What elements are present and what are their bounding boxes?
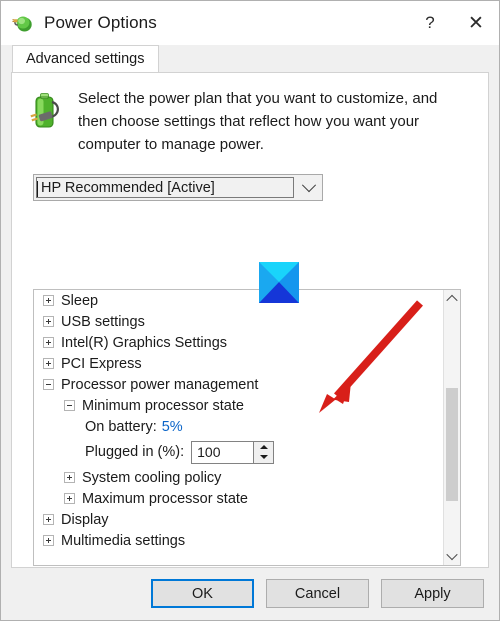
scroll-down-icon[interactable]	[444, 547, 460, 565]
tree-item-label: System cooling policy	[82, 469, 222, 486]
tree-item-sleep[interactable]: Sleep	[34, 290, 443, 311]
scrollbar-thumb[interactable]	[446, 388, 458, 501]
power-plug-icon	[12, 12, 34, 34]
tree-item-label: PCI Express	[61, 355, 142, 372]
expander-plus-icon[interactable]	[43, 535, 54, 546]
plugged-in-input[interactable]: 100	[191, 440, 255, 464]
tree-item-label: Maximum processor state	[82, 490, 248, 507]
title-bar: Power Options ? ✕	[1, 1, 499, 45]
tab-strip: Advanced settings	[1, 45, 499, 72]
spinner-buttons[interactable]	[254, 440, 275, 464]
setting-plugged-in: Plugged in (%): 100	[34, 437, 443, 467]
expander-plus-icon[interactable]	[43, 295, 54, 306]
expander-plus-icon[interactable]	[64, 493, 75, 504]
tree-item-multimedia-settings[interactable]: Multimedia settings	[34, 530, 443, 551]
tree-item-label: Display	[61, 511, 109, 528]
expander-plus-icon[interactable]	[43, 358, 54, 369]
tree-item-label: Minimum processor state	[82, 397, 244, 414]
power-plan-text: HP Recommended [Active]	[41, 179, 215, 196]
ok-button[interactable]: OK	[151, 579, 254, 608]
window-title: Power Options	[44, 13, 157, 32]
chevron-down-icon[interactable]	[296, 175, 322, 200]
expander-minus-icon[interactable]	[64, 400, 75, 411]
tree-item-label: Multimedia settings	[61, 532, 186, 549]
tree-item-label: Processor power management	[61, 376, 259, 393]
text-caret	[37, 181, 38, 197]
tab-advanced-settings[interactable]: Advanced settings	[12, 45, 159, 72]
expander-plus-icon[interactable]	[43, 514, 54, 525]
apply-button[interactable]: Apply	[381, 579, 484, 608]
tree-item-pci-express[interactable]: PCI Express	[34, 353, 443, 374]
power-options-window: Power Options ? ✕ Advanced settings Sele…	[0, 0, 500, 621]
expander-minus-icon[interactable]	[43, 379, 54, 390]
spinner-up-arrow-icon[interactable]	[254, 441, 274, 452]
dialog-footer: OK Cancel Apply	[1, 568, 499, 620]
close-button[interactable]: ✕	[453, 1, 499, 45]
tree-item-label: Intel(R) Graphics Settings	[61, 334, 228, 351]
setting-on-battery[interactable]: On battery: 5%	[34, 416, 443, 437]
cancel-button[interactable]: Cancel	[266, 579, 369, 608]
tree-item-system-cooling-policy[interactable]: System cooling policy	[34, 467, 443, 488]
expander-plus-icon[interactable]	[64, 472, 75, 483]
blue-diamond-icon	[259, 262, 299, 303]
settings-tree-rows: Sleep USB settings Intel(R) Graphics Set…	[34, 290, 443, 565]
tree-item-intel-graphics-settings[interactable]: Intel(R) Graphics Settings	[34, 332, 443, 353]
tree-scrollbar[interactable]	[443, 290, 460, 565]
power-plan-combobox[interactable]: HP Recommended [Active]	[33, 174, 323, 201]
tree-item-label: Sleep	[61, 292, 99, 309]
expander-plus-icon[interactable]	[43, 316, 54, 327]
advanced-settings-panel: Select the power plan that you want to c…	[11, 72, 489, 619]
tree-item-label: USB settings	[61, 313, 145, 330]
tree-item-usb-settings[interactable]: USB settings	[34, 311, 443, 332]
battery-plug-icon	[25, 89, 67, 137]
settings-tree-listbox[interactable]: Sleep USB settings Intel(R) Graphics Set…	[33, 289, 461, 566]
tree-item-display[interactable]: Display	[34, 509, 443, 530]
intro-block: Select the power plan that you want to c…	[12, 73, 488, 156]
on-battery-value[interactable]: 5%	[162, 419, 183, 435]
power-plan-value[interactable]: HP Recommended [Active]	[36, 177, 294, 198]
expander-plus-icon[interactable]	[43, 337, 54, 348]
plugged-in-label: Plugged in (%):	[85, 444, 185, 460]
tree-item-maximum-processor-state[interactable]: Maximum processor state	[34, 488, 443, 509]
scroll-up-icon[interactable]	[444, 290, 460, 308]
tree-item-minimum-processor-state[interactable]: Minimum processor state	[34, 395, 443, 416]
on-battery-label: On battery:	[85, 418, 157, 435]
plugged-in-spinner[interactable]: 100	[191, 440, 275, 464]
help-button[interactable]: ?	[407, 1, 453, 45]
tree-item-processor-power-management[interactable]: Processor power management	[34, 374, 443, 395]
intro-text: Select the power plan that you want to c…	[78, 90, 438, 153]
spinner-down-arrow-icon[interactable]	[254, 452, 274, 463]
